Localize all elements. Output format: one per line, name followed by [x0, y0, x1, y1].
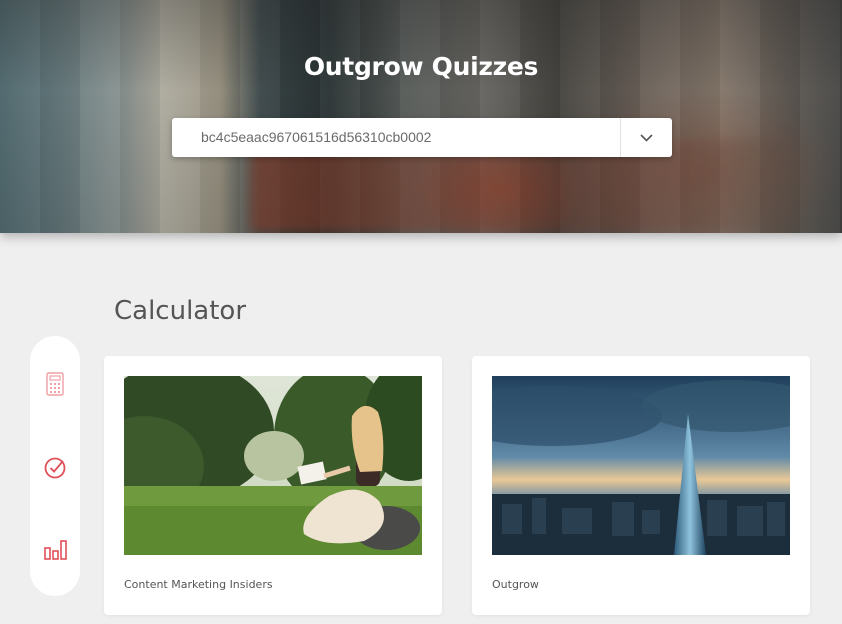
chevron-down-icon — [640, 134, 653, 142]
quiz-selector-dropdown[interactable]: bc4c5eaac967061516d56310cb0002 — [172, 118, 672, 157]
calculator-card[interactable]: Content Marketing Insiders — [104, 356, 442, 615]
calculator-icon — [46, 372, 64, 396]
hero-banner: Outgrow Quizzes bc4c5eaac967061516d56310… — [0, 0, 842, 233]
city-skyline-shard-tower-photo — [492, 376, 790, 555]
check-circle-icon — [44, 457, 66, 479]
page-title: Outgrow Quizzes — [303, 52, 539, 81]
section-title: Calculator — [114, 296, 247, 326]
woman-reading-in-park-photo — [124, 376, 422, 555]
bar-chart-icon — [44, 540, 67, 560]
nav-item-calculator[interactable] — [30, 364, 80, 404]
card-label: Outgrow — [492, 578, 539, 591]
side-nav — [30, 336, 80, 596]
quiz-selector-value: bc4c5eaac967061516d56310cb0002 — [201, 129, 432, 145]
outgrow-card[interactable]: Outgrow — [472, 356, 810, 615]
card-label: Content Marketing Insiders — [124, 578, 273, 591]
nav-item-analytics[interactable] — [30, 530, 80, 570]
nav-item-quiz[interactable] — [30, 448, 80, 488]
dropdown-toggle-button[interactable] — [621, 118, 672, 157]
